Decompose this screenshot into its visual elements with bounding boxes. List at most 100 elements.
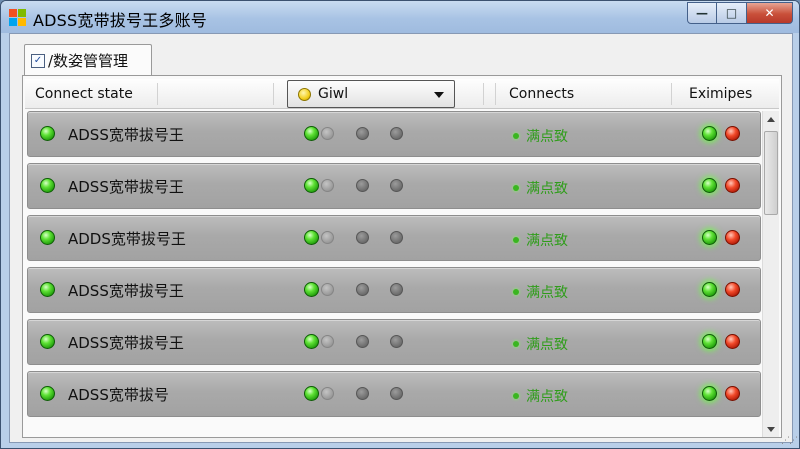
connected-status-icon (40, 386, 55, 401)
column-header-connects[interactable]: Connects (509, 81, 574, 107)
table-row[interactable]: ADSS宽带拔号王 满点致 (27, 319, 761, 365)
green-led-icon (304, 126, 319, 141)
row-account-name: ADSS宽带拔号王 (68, 334, 184, 352)
disconnect-led-button[interactable] (725, 282, 740, 297)
checkbox-icon: ✓ (31, 53, 45, 68)
column-divider (483, 83, 484, 105)
close-icon: ✕ (764, 6, 775, 20)
connection-list: ADSS宽带拔号王 满点致 ADSS宽带拔号王 满点致 ADDS宽带拔号王 满点… (25, 111, 763, 437)
status-dot-icon (513, 393, 519, 399)
grey-led-icon (356, 179, 369, 192)
client-area: ✓ /数姿管管理 Connect state Giwl Connects Exi… (9, 33, 793, 443)
disconnect-led-button[interactable] (725, 386, 740, 401)
tab-panel: Connect state Giwl Connects Eximipes ADS… (22, 75, 782, 438)
scroll-up-button[interactable] (763, 111, 779, 127)
row-account-name: ADSS宽带拔号 (68, 386, 169, 404)
row-connection-status: 满点致 (526, 389, 568, 405)
window-title: ADSS宽带拔号王多账号 (33, 11, 207, 30)
connected-status-icon (40, 126, 55, 141)
row-connection-status: 满点致 (526, 181, 568, 197)
tab-account-management[interactable]: ✓ /数姿管管理 (24, 44, 152, 76)
row-connection-status: 满点致 (526, 233, 568, 249)
grey-led-icon (356, 127, 369, 140)
resize-grip-icon[interactable]: ⋰⋰ (781, 436, 798, 446)
status-dot-icon (513, 341, 519, 347)
grey-led-icon (390, 127, 403, 140)
grey-led-icon (390, 231, 403, 244)
profile-dropdown[interactable]: Giwl (287, 80, 455, 108)
green-led-icon (304, 334, 319, 349)
vertical-scrollbar[interactable] (762, 111, 779, 437)
row-account-name: ADSS宽带拔号王 (68, 178, 184, 196)
table-row[interactable]: ADSS宽带拔号 满点致 (27, 371, 761, 417)
list-header: Connect state Giwl Connects Eximipes (25, 79, 779, 109)
row-connection-status: 满点致 (526, 337, 568, 353)
table-row[interactable]: ADSS宽带拔号王 满点致 (27, 267, 761, 313)
row-connection-status: 满点致 (526, 129, 568, 145)
column-divider (495, 83, 496, 105)
row-account-name: ADSS宽带拔号王 (68, 282, 184, 300)
green-led-icon (304, 282, 319, 297)
app-window: ADSS宽带拔号王多账号 — □ ✕ ✓ /数姿管管理 Connect stat… (0, 0, 800, 449)
chevron-down-icon (434, 92, 444, 98)
connect-led-button[interactable] (702, 230, 717, 245)
connect-led-button[interactable] (702, 126, 717, 141)
table-row[interactable]: ADSS宽带拔号王 满点致 (27, 111, 761, 157)
maximize-button[interactable]: □ (717, 2, 747, 24)
grey-led-icon (321, 387, 334, 400)
table-row[interactable]: ADDS宽带拔号王 满点致 (27, 215, 761, 261)
connected-status-icon (40, 282, 55, 297)
yellow-status-dot-icon (298, 88, 311, 101)
grey-led-icon (390, 335, 403, 348)
title-bar[interactable]: ADSS宽带拔号王多账号 — □ ✕ (1, 1, 799, 33)
grey-led-icon (356, 335, 369, 348)
minimize-icon: — (696, 6, 708, 20)
row-account-name: ADSS宽带拔号王 (68, 126, 184, 144)
green-led-icon (304, 386, 319, 401)
column-divider (671, 83, 672, 105)
grey-led-icon (356, 387, 369, 400)
connect-led-button[interactable] (702, 178, 717, 193)
row-account-name: ADDS宽带拔号王 (68, 230, 186, 248)
grey-led-icon (390, 179, 403, 192)
grey-led-icon (321, 283, 334, 296)
minimize-button[interactable]: — (687, 2, 717, 24)
disconnect-led-button[interactable] (725, 230, 740, 245)
maximize-icon: □ (725, 6, 738, 20)
scrollbar-thumb[interactable] (764, 131, 778, 215)
status-dot-icon (513, 237, 519, 243)
connect-led-button[interactable] (702, 334, 717, 349)
tab-label: /数姿管管理 (48, 52, 129, 70)
close-button[interactable]: ✕ (747, 2, 793, 24)
grey-led-icon (321, 127, 334, 140)
scroll-down-button[interactable] (763, 421, 779, 437)
status-dot-icon (513, 185, 519, 191)
row-connection-status: 满点致 (526, 285, 568, 301)
disconnect-led-button[interactable] (725, 334, 740, 349)
column-header-connect-state[interactable]: Connect state (35, 81, 133, 107)
column-divider (273, 83, 274, 105)
grey-led-icon (321, 179, 334, 192)
green-led-icon (304, 178, 319, 193)
connected-status-icon (40, 334, 55, 349)
arrow-down-icon (767, 426, 775, 432)
disconnect-led-button[interactable] (725, 126, 740, 141)
connected-status-icon (40, 230, 55, 245)
disconnect-led-button[interactable] (725, 178, 740, 193)
table-row[interactable]: ADSS宽带拔号王 满点致 (27, 163, 761, 209)
app-logo-icon (9, 9, 26, 26)
status-dot-icon (513, 133, 519, 139)
column-divider (157, 83, 158, 105)
connected-status-icon (40, 178, 55, 193)
grey-led-icon (356, 231, 369, 244)
connect-led-button[interactable] (702, 282, 717, 297)
connect-led-button[interactable] (702, 386, 717, 401)
dropdown-value: Giwl (318, 86, 349, 102)
window-controls: — □ ✕ (687, 2, 793, 24)
grey-led-icon (356, 283, 369, 296)
status-dot-icon (513, 289, 519, 295)
grey-led-icon (390, 283, 403, 296)
arrow-up-icon (767, 116, 775, 122)
column-header-examples[interactable]: Eximipes (689, 81, 752, 107)
grey-led-icon (321, 335, 334, 348)
